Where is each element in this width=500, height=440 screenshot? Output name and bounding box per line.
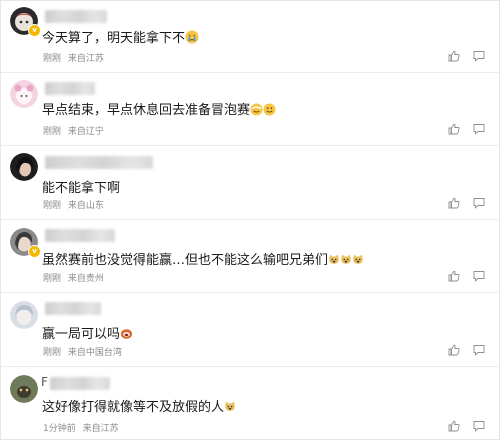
thumbs-up-icon[interactable]: [448, 344, 460, 356]
comment-location: 来自江苏: [82, 424, 119, 434]
comment-location: 来自中国台湾: [67, 348, 122, 358]
comment-item: 赢一局可以吗 刚刚 来自中国台湾: [1, 293, 499, 363]
comment-icon[interactable]: [473, 344, 485, 356]
thumbs-up-icon[interactable]: [448, 123, 460, 135]
avatar-image: [10, 153, 38, 181]
comment-text: 今天算了，明天能拿下不: [42, 27, 199, 46]
comment-icon[interactable]: [473, 270, 485, 282]
comment-time: 刚刚: [43, 127, 62, 137]
comment-location: 来自贵州: [67, 274, 104, 284]
comment-text-body: 这好像打得就像等不及放假的人: [42, 400, 225, 415]
avatar[interactable]: [10, 375, 38, 403]
comment-actions: [448, 270, 485, 282]
username-blurred[interactable]: [45, 302, 101, 315]
comment-meta: 刚刚 来自辽宁: [43, 124, 104, 137]
sweat-smile-face-icon: [250, 103, 263, 116]
comment-time: 刚刚: [43, 54, 62, 64]
comment-icon[interactable]: [473, 420, 485, 432]
comment-actions: [448, 123, 485, 135]
avatar[interactable]: [10, 301, 38, 329]
thumbs-up-icon[interactable]: [448, 197, 460, 209]
comment-text: 虽然赛前也没觉得能赢…但也不能这么输吧兄弟们: [42, 249, 364, 268]
avatar[interactable]: v: [10, 228, 41, 258]
comment-time: 刚刚: [43, 348, 62, 358]
comment-actions: [448, 197, 485, 209]
comment-text-body: 今天算了，明天能拿下不: [42, 31, 186, 46]
drooling-face-icon: [120, 329, 133, 339]
comment-time: 刚刚: [43, 274, 62, 284]
avatar-image: [10, 301, 38, 329]
comment-list: v 今天算了，明天能拿下不 刚刚 来自江苏 早点结束，早点休息回去准备冒泡赛 刚…: [0, 0, 500, 440]
comment-actions: [448, 344, 485, 356]
comment-text-body: 赢一局可以吗: [42, 327, 121, 342]
avatar[interactable]: [10, 153, 38, 181]
thumbs-up-icon[interactable]: [448, 50, 460, 62]
username-blurred[interactable]: [50, 377, 110, 390]
comment-time: 1分钟前: [43, 424, 76, 434]
comment-text-body: 虽然赛前也没觉得能赢…但也不能这么输吧兄弟们: [42, 253, 329, 268]
username-initial[interactable]: F: [41, 375, 48, 389]
thumbs-up-icon[interactable]: [448, 420, 460, 432]
username-blurred[interactable]: [45, 82, 95, 95]
crying-face-icon: [185, 30, 199, 44]
comment-actions: [448, 420, 485, 432]
doge-face-icon: [225, 401, 235, 411]
comment-meta: 刚刚 来自贵州: [43, 271, 104, 284]
thumbs-up-icon[interactable]: [448, 270, 460, 282]
comment-meta: 刚刚 来自中国台湾: [43, 345, 122, 358]
comment-item: F 这好像打得就像等不及放假的人 1分钟前 来自江苏: [1, 367, 499, 437]
avatar[interactable]: v: [10, 7, 41, 37]
comment-actions: [448, 50, 485, 62]
comment-text: 这好像打得就像等不及放假的人: [42, 396, 236, 415]
comment-item: v 虽然赛前也没觉得能赢…但也不能这么输吧兄弟们 刚刚 来自贵州: [1, 220, 499, 290]
username-blurred[interactable]: [45, 10, 107, 23]
verified-badge-icon: v: [28, 245, 41, 258]
comment-time: 刚刚: [43, 201, 62, 211]
comment-icon[interactable]: [473, 123, 485, 135]
comment-meta: 刚刚 来自山东: [43, 198, 104, 211]
comment-text: 赢一局可以吗: [42, 323, 133, 342]
comment-location: 来自山东: [67, 201, 104, 211]
avatar-image: [10, 80, 38, 108]
comment-text: 能不能拿下啊: [42, 177, 120, 196]
comment-location: 来自江苏: [67, 54, 104, 64]
avatar-image: [10, 375, 38, 403]
comment-meta: 刚刚 来自江苏: [43, 51, 104, 64]
doge-face-icon: [353, 254, 363, 264]
doge-face-icon: [341, 254, 351, 264]
username-blurred[interactable]: [45, 156, 153, 169]
comment-text: 早点结束，早点休息回去准备冒泡赛: [42, 99, 276, 118]
avatar[interactable]: [10, 80, 38, 108]
comment-item: 能不能拿下啊 刚刚 来自山东: [1, 146, 499, 216]
username-blurred[interactable]: [45, 229, 115, 242]
verified-badge-icon: v: [28, 24, 41, 37]
comment-icon[interactable]: [473, 197, 485, 209]
comment-location: 来自辽宁: [67, 127, 104, 137]
comment-meta: 1分钟前 来自江苏: [43, 421, 119, 434]
doge-face-icon: [329, 254, 339, 264]
comment-text-body: 早点结束，早点休息回去准备冒泡赛: [42, 103, 251, 118]
comment-icon[interactable]: [473, 50, 485, 62]
smile-face-icon: [263, 103, 276, 116]
comment-text-body: 能不能拿下啊: [42, 181, 121, 196]
comment-item: 早点结束，早点休息回去准备冒泡赛 刚刚 来自辽宁: [1, 73, 499, 143]
comment-item: v 今天算了，明天能拿下不 刚刚 来自江苏: [1, 1, 499, 71]
